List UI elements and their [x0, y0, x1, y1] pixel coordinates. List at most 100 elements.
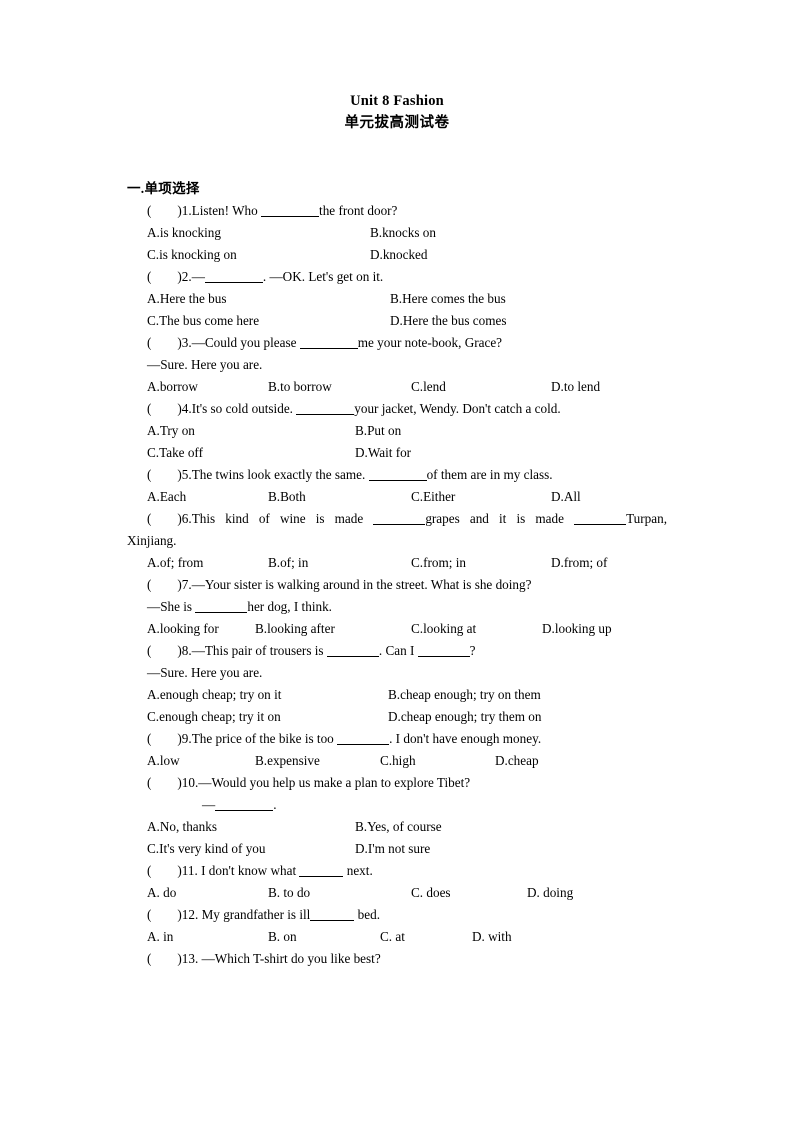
- options-row-2b: C.The bus come here D.Here the bus comes: [127, 310, 667, 332]
- option-a-11[interactable]: A. do: [147, 882, 176, 904]
- option-d-5[interactable]: D.All: [551, 486, 581, 508]
- fill-blank[interactable]: [296, 401, 355, 415]
- stem-text: )7.—Your sister is walking around in the…: [177, 577, 532, 592]
- question-stem-2: ()2.— . —OK. Let's get on it.: [127, 266, 667, 288]
- option-a-9[interactable]: A.low: [147, 750, 180, 772]
- option-a-5[interactable]: A.Each: [147, 486, 186, 508]
- option-b-10[interactable]: B.Yes, of course: [355, 816, 442, 838]
- options-row-1b: C.is knocking on D.knocked: [127, 244, 667, 266]
- question-stem-12: ()12. My grandfather is ill bed.: [127, 904, 667, 926]
- document-subtitle: 单元拔高测试卷: [344, 115, 450, 131]
- open-paren: (: [147, 643, 152, 658]
- option-a-2[interactable]: A.Here the bus: [147, 288, 226, 310]
- open-paren: (: [147, 775, 152, 790]
- option-d-1[interactable]: D.knocked: [370, 244, 428, 266]
- option-b-5[interactable]: B.Both: [268, 486, 306, 508]
- stem-text-post: . I don't have enough money.: [389, 731, 542, 746]
- option-c-5[interactable]: C.Either: [411, 486, 455, 508]
- stem-text-post: me your note-book, Grace?: [357, 335, 503, 350]
- stem-text-post: next.: [346, 863, 373, 878]
- option-d-7[interactable]: D.looking up: [542, 618, 612, 640]
- option-b-7[interactable]: B.looking after: [255, 618, 335, 640]
- option-b-1[interactable]: B.knocks on: [370, 222, 436, 244]
- option-b-11[interactable]: B. to do: [268, 882, 310, 904]
- option-c-2[interactable]: C.The bus come here: [147, 310, 259, 332]
- option-a-8[interactable]: A.enough cheap; try on it: [147, 684, 281, 706]
- option-d-4[interactable]: D.Wait for: [355, 442, 411, 464]
- fill-blank[interactable]: [337, 731, 390, 745]
- fill-blank[interactable]: [417, 643, 470, 657]
- open-paren: (: [147, 269, 152, 284]
- fill-blank[interactable]: [195, 599, 248, 613]
- option-d-9[interactable]: D.cheap: [495, 750, 539, 772]
- open-paren: (: [147, 731, 152, 746]
- worksheet-page: Unit 8 Fashion 单元拔高测试卷 一.单项选择 ( )1.Listen…: [0, 0, 794, 1123]
- fill-blank[interactable]: [261, 203, 320, 217]
- stem-text: )10.—Would you help us make a plan to ex…: [177, 775, 471, 790]
- option-d-8[interactable]: D.cheap enough; try them on: [388, 706, 541, 728]
- option-a-7[interactable]: A.looking for: [147, 618, 219, 640]
- open-paren: (: [147, 467, 152, 482]
- question-stem-6-line2: Xinjiang.: [127, 533, 177, 548]
- open-paren: (: [147, 401, 152, 416]
- question-stem-11: ()11. I don't know what next.: [127, 860, 667, 882]
- option-b-2[interactable]: B.Here comes the bus: [390, 288, 506, 310]
- stem-text: )4.It's so cold outside.: [177, 401, 293, 416]
- fill-blank[interactable]: [368, 467, 427, 481]
- options-row-4a: A.Try on B.Put on: [127, 420, 667, 442]
- option-a-10[interactable]: A.No, thanks: [147, 816, 217, 838]
- option-c-3[interactable]: C.lend: [411, 376, 446, 398]
- fill-blank[interactable]: [204, 269, 263, 283]
- option-d-11[interactable]: D. doing: [527, 882, 573, 904]
- option-b-6[interactable]: B.of; in: [268, 552, 308, 574]
- option-c-8[interactable]: C.enough cheap; try it on: [147, 706, 281, 728]
- document-title: Unit 8 Fashion: [350, 93, 444, 109]
- question-reply-8: —Sure. Here you are.: [147, 665, 263, 680]
- options-row-8b: C.enough cheap; try it on D.cheap enough…: [127, 706, 667, 728]
- stem-text-post: of them are in my class.: [426, 467, 553, 482]
- option-c-4[interactable]: C.Take off: [147, 442, 203, 464]
- option-d-6[interactable]: D.from; of: [551, 552, 607, 574]
- option-d-12[interactable]: D. with: [472, 926, 512, 948]
- option-c-6[interactable]: C.from; in: [411, 552, 466, 574]
- option-a-3[interactable]: A.borrow: [147, 376, 198, 398]
- option-c-11[interactable]: C. does: [411, 882, 451, 904]
- option-d-2[interactable]: D.Here the bus comes: [390, 310, 506, 332]
- question-reply-3: —Sure. Here you are.: [147, 357, 263, 372]
- stem-text-post: your jacket, Wendy. Don't catch a cold.: [354, 401, 561, 416]
- fill-blank[interactable]: [326, 643, 379, 657]
- option-a-12[interactable]: A. in: [147, 926, 173, 948]
- fill-blank[interactable]: [299, 335, 358, 349]
- fill-blank[interactable]: [299, 863, 344, 877]
- option-a-1[interactable]: A.is knocking: [147, 222, 221, 244]
- section-heading: 一.单项选择: [127, 181, 200, 196]
- stem-text: )1.Listen! Who: [177, 203, 258, 218]
- fill-blank[interactable]: [215, 797, 274, 811]
- fill-blank[interactable]: [310, 907, 355, 921]
- option-b-12[interactable]: B. on: [268, 926, 297, 948]
- open-paren: (: [147, 577, 152, 592]
- option-c-9[interactable]: C.high: [380, 750, 416, 772]
- option-c-10[interactable]: C.It's very kind of you: [147, 838, 266, 860]
- stem-text-post: . —OK. Let's get on it.: [262, 269, 384, 284]
- open-paren: (: [147, 951, 152, 966]
- option-a-4[interactable]: A.Try on: [147, 420, 195, 442]
- fill-blank[interactable]: [574, 511, 627, 525]
- option-c-1[interactable]: C.is knocking on: [147, 244, 237, 266]
- option-d-10[interactable]: D.I'm not sure: [355, 838, 430, 860]
- option-c-7[interactable]: C.looking at: [411, 618, 476, 640]
- question-stem-8: ()8.—This pair of trousers is . Can I ?: [127, 640, 667, 662]
- option-b-3[interactable]: B.to borrow: [268, 376, 332, 398]
- option-b-4[interactable]: B.Put on: [355, 420, 401, 442]
- option-b-8[interactable]: B.cheap enough; try on them: [388, 684, 541, 706]
- question-stem-7: ( )7.—Your sister is walking around in th…: [127, 574, 667, 596]
- fill-blank[interactable]: [373, 511, 426, 525]
- options-row-3: A.borrow B.to borrow C.lend D.to lend: [127, 376, 667, 398]
- option-c-12[interactable]: C. at: [380, 926, 405, 948]
- stem-text: )13. —Which T-shirt do you like best?: [177, 951, 381, 966]
- option-d-3[interactable]: D.to lend: [551, 376, 600, 398]
- option-a-6[interactable]: A.of; from: [147, 552, 203, 574]
- stem-text: )8.—This pair of trousers is: [177, 643, 324, 658]
- options-row-9: A.low B.expensive C.high D.cheap: [127, 750, 667, 772]
- option-b-9[interactable]: B.expensive: [255, 750, 320, 772]
